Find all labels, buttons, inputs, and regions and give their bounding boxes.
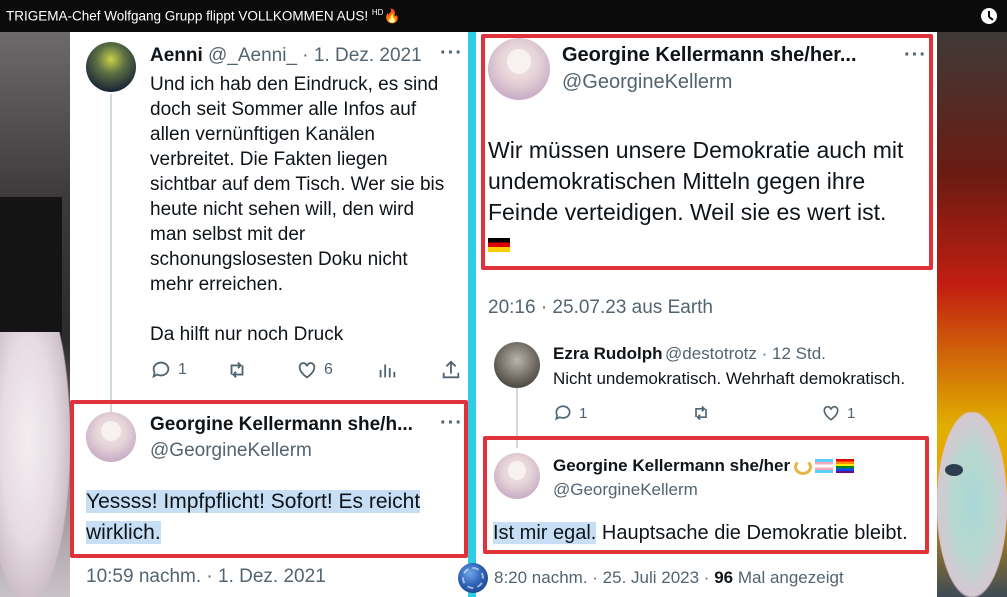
tweet-author-handle[interactable]: @GeorgineKellerm (562, 71, 732, 94)
video-title[interactable]: TRIGEMA-Chef Wolfgang Grupp flippt VOLLK… (6, 8, 400, 25)
tweet-timestamp[interactable]: 8:20 nachm. · 25. Juli 2023 · 96 Mal ang… (494, 568, 844, 588)
trans-flag-icon (815, 458, 834, 473)
rainbow-flag-icon (836, 458, 855, 473)
like-count: 6 (324, 361, 333, 378)
like-button[interactable]: 6 (296, 359, 333, 381)
tweet-author-name[interactable]: Aenni (150, 45, 203, 67)
video-background-right (937, 32, 1007, 597)
globe-logo-icon (458, 563, 488, 593)
analytics-button[interactable] (376, 359, 398, 381)
tweet-text: Yessss! Impfpflicht! Sofort! Es reicht w… (86, 490, 421, 544)
tweet-author-name[interactable]: Ezra Rudolph (553, 344, 663, 364)
tweet-author-handle[interactable]: @_Aenni_ · 1. Dez. 2021 (208, 45, 422, 67)
tweet-author-name[interactable]: Georgine Kellermann she/her... (562, 44, 857, 67)
tweet-timestamp[interactable]: 10:59 nachm. · 1. Dez. 2021 (86, 566, 326, 588)
heart-icon (298, 362, 316, 379)
hd-badge: HD (371, 8, 384, 17)
reply-count: 1 (579, 404, 588, 422)
plush-eye (945, 464, 963, 476)
postal-horn-icon (794, 458, 813, 475)
tweet-author-name[interactable]: Georgine Kellermann she/h... (150, 414, 413, 436)
background-plush-toy (0, 332, 70, 597)
clock-icon[interactable] (981, 8, 997, 24)
left-tweet-screenshot: Aenni @_Aenni_ · 1. Dez. 2021 ··· Und ic… (70, 32, 468, 597)
tweet-text: Nicht undemokratisch. Wehrhaft demokrati… (553, 369, 906, 388)
retweet-icon (695, 405, 707, 421)
tweet-text: Ist mir egal. Hauptsache die Demokratie … (493, 522, 908, 544)
share-icon (442, 360, 460, 379)
more-options-icon[interactable]: ··· (440, 412, 463, 435)
thread-line (110, 94, 112, 424)
tweet-actions: 1 1 (553, 403, 873, 427)
tweet-author-handle[interactable]: @GeorgineKellerm (553, 480, 698, 500)
reply-button[interactable]: 1 (150, 359, 187, 381)
tweet-text: Wir müssen unsere Demokratie auch mit un… (488, 135, 903, 259)
tweet-timestamp[interactable]: 20:16 · 25.07.23 aus Earth (488, 297, 713, 319)
avatar-georgine[interactable] (488, 38, 550, 100)
avatar-aenni[interactable] (86, 42, 136, 92)
tweet-text: Und ich hab den Eindruck, es sind doch s… (150, 74, 445, 345)
like-count: 1 (847, 404, 856, 422)
retweet-icon (230, 362, 244, 378)
retweet-button[interactable] (691, 403, 711, 423)
like-button[interactable]: 1 (821, 403, 855, 423)
video-background-left (0, 32, 70, 597)
background-plush-toy (937, 412, 1007, 597)
fire-icon: 🔥 (383, 8, 401, 24)
reply-icon (152, 361, 170, 379)
share-button[interactable] (440, 359, 462, 381)
analytics-icon (379, 364, 396, 378)
view-count: 96 (714, 568, 734, 587)
video-title-bar: TRIGEMA-Chef Wolfgang Grupp flippt VOLLK… (0, 0, 1007, 32)
reply-count: 1 (178, 361, 187, 378)
panel-divider (468, 32, 476, 597)
avatar-georgine[interactable] (86, 412, 136, 462)
heart-icon (823, 405, 839, 421)
tweet-actions: 1 6 (150, 359, 460, 383)
avatar-georgine[interactable] (494, 453, 540, 499)
tweet-author-name[interactable]: Georgine Kellermann she/her (553, 456, 855, 476)
right-tweet-screenshot: Georgine Kellermann she/her... @Georgine… (476, 32, 937, 597)
avatar-ezra[interactable] (494, 342, 540, 388)
reply-icon (555, 405, 571, 421)
tweet-author-handle[interactable]: @GeorgineKellerm (150, 440, 312, 462)
german-flag-icon (488, 237, 510, 252)
more-options-icon[interactable]: ··· (440, 42, 463, 65)
reply-button[interactable]: 1 (553, 403, 587, 423)
tweet-author-handle[interactable]: @destotrotz · 12 Std. (665, 344, 826, 364)
retweet-button[interactable] (226, 359, 248, 381)
more-options-icon[interactable]: ··· (904, 44, 927, 67)
